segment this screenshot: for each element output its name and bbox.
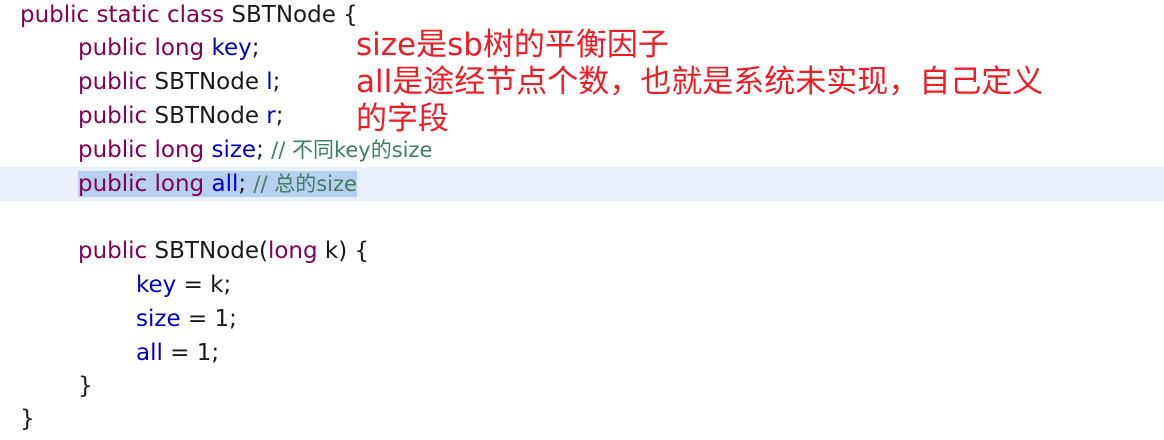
comment-token: // 总的size — [253, 172, 357, 196]
code-line-selected[interactable]: public long all; // 总的size — [0, 167, 1164, 201]
code-line-content: key = k; — [0, 272, 231, 298]
keyword-token: public — [78, 238, 155, 264]
code-line-content: public SBTNode(long k) { — [0, 238, 369, 264]
code-token: k) { — [324, 238, 370, 264]
code-line-content: size = 1; — [0, 306, 237, 332]
code-line[interactable]: size = 1; — [0, 302, 1164, 336]
code-token: SBTNode( — [154, 238, 268, 264]
code-line-content: public SBTNode r; — [0, 103, 284, 129]
code-line[interactable]: all = 1; — [0, 336, 1164, 370]
keyword-token: public long — [78, 171, 212, 197]
code-token: SBTNode { — [231, 2, 358, 28]
code-line[interactable]: } — [0, 369, 1164, 403]
keyword-token: public long — [78, 137, 212, 163]
code-line-content: } — [0, 406, 35, 432]
comment-token: // 不同key的size — [271, 138, 433, 162]
code-line[interactable]: public long size; // 不同key的size — [0, 133, 1164, 167]
code-line-content: } — [0, 373, 93, 399]
keyword-token: long — [267, 238, 325, 264]
code-token: SBTNode — [154, 69, 267, 95]
code-line[interactable] — [0, 201, 1164, 235]
annotation-note: size是sb树的平衡因子 all是途经节点个数，也就是系统未实现，自己定义 的… — [356, 27, 1156, 138]
code-line[interactable]: public SBTNode(long k) { — [0, 234, 1164, 268]
code-line[interactable]: key = k; — [0, 268, 1164, 302]
code-token: } — [78, 373, 93, 399]
field-token: r — [266, 103, 276, 129]
code-line[interactable]: } — [0, 402, 1164, 436]
code-line-content: public long key; — [0, 35, 259, 61]
keyword-token: public — [78, 69, 155, 95]
code-token: ; — [275, 103, 284, 129]
annotation-line: 的字段 — [356, 101, 449, 137]
field-token: key — [211, 35, 252, 61]
code-line-content: public long size; // 不同key的size — [0, 137, 432, 163]
code-token: } — [20, 406, 35, 432]
field-token: size — [136, 306, 181, 332]
code-token: ; — [251, 35, 260, 61]
code-line-content: public SBTNode l; — [0, 69, 280, 95]
code-line-content — [0, 205, 20, 231]
code-token: ; — [272, 69, 281, 95]
code-token: = 1; — [180, 306, 237, 332]
code-token: = 1; — [162, 340, 220, 366]
annotation-line: size是sb树的平衡因子 — [356, 27, 669, 63]
code-line-content: public long all; // 总的size — [78, 171, 357, 197]
field-token: key — [136, 272, 177, 298]
code-token: ; — [256, 137, 272, 163]
keyword-token: public — [78, 103, 155, 129]
field-token: all — [211, 171, 239, 197]
code-line-content: public static class SBTNode { — [0, 2, 358, 28]
code-line-content: all = 1; — [0, 340, 219, 366]
keyword-token: public long — [78, 35, 212, 61]
field-token: all — [136, 340, 163, 366]
code-token: = k; — [176, 272, 232, 298]
code-token: ; — [238, 171, 254, 197]
code-token: SBTNode — [154, 103, 267, 129]
keyword-token: public static class — [20, 2, 232, 28]
field-token: size — [211, 137, 257, 163]
annotation-line: all是途经节点个数，也就是系统未实现，自己定义 — [356, 64, 1044, 100]
